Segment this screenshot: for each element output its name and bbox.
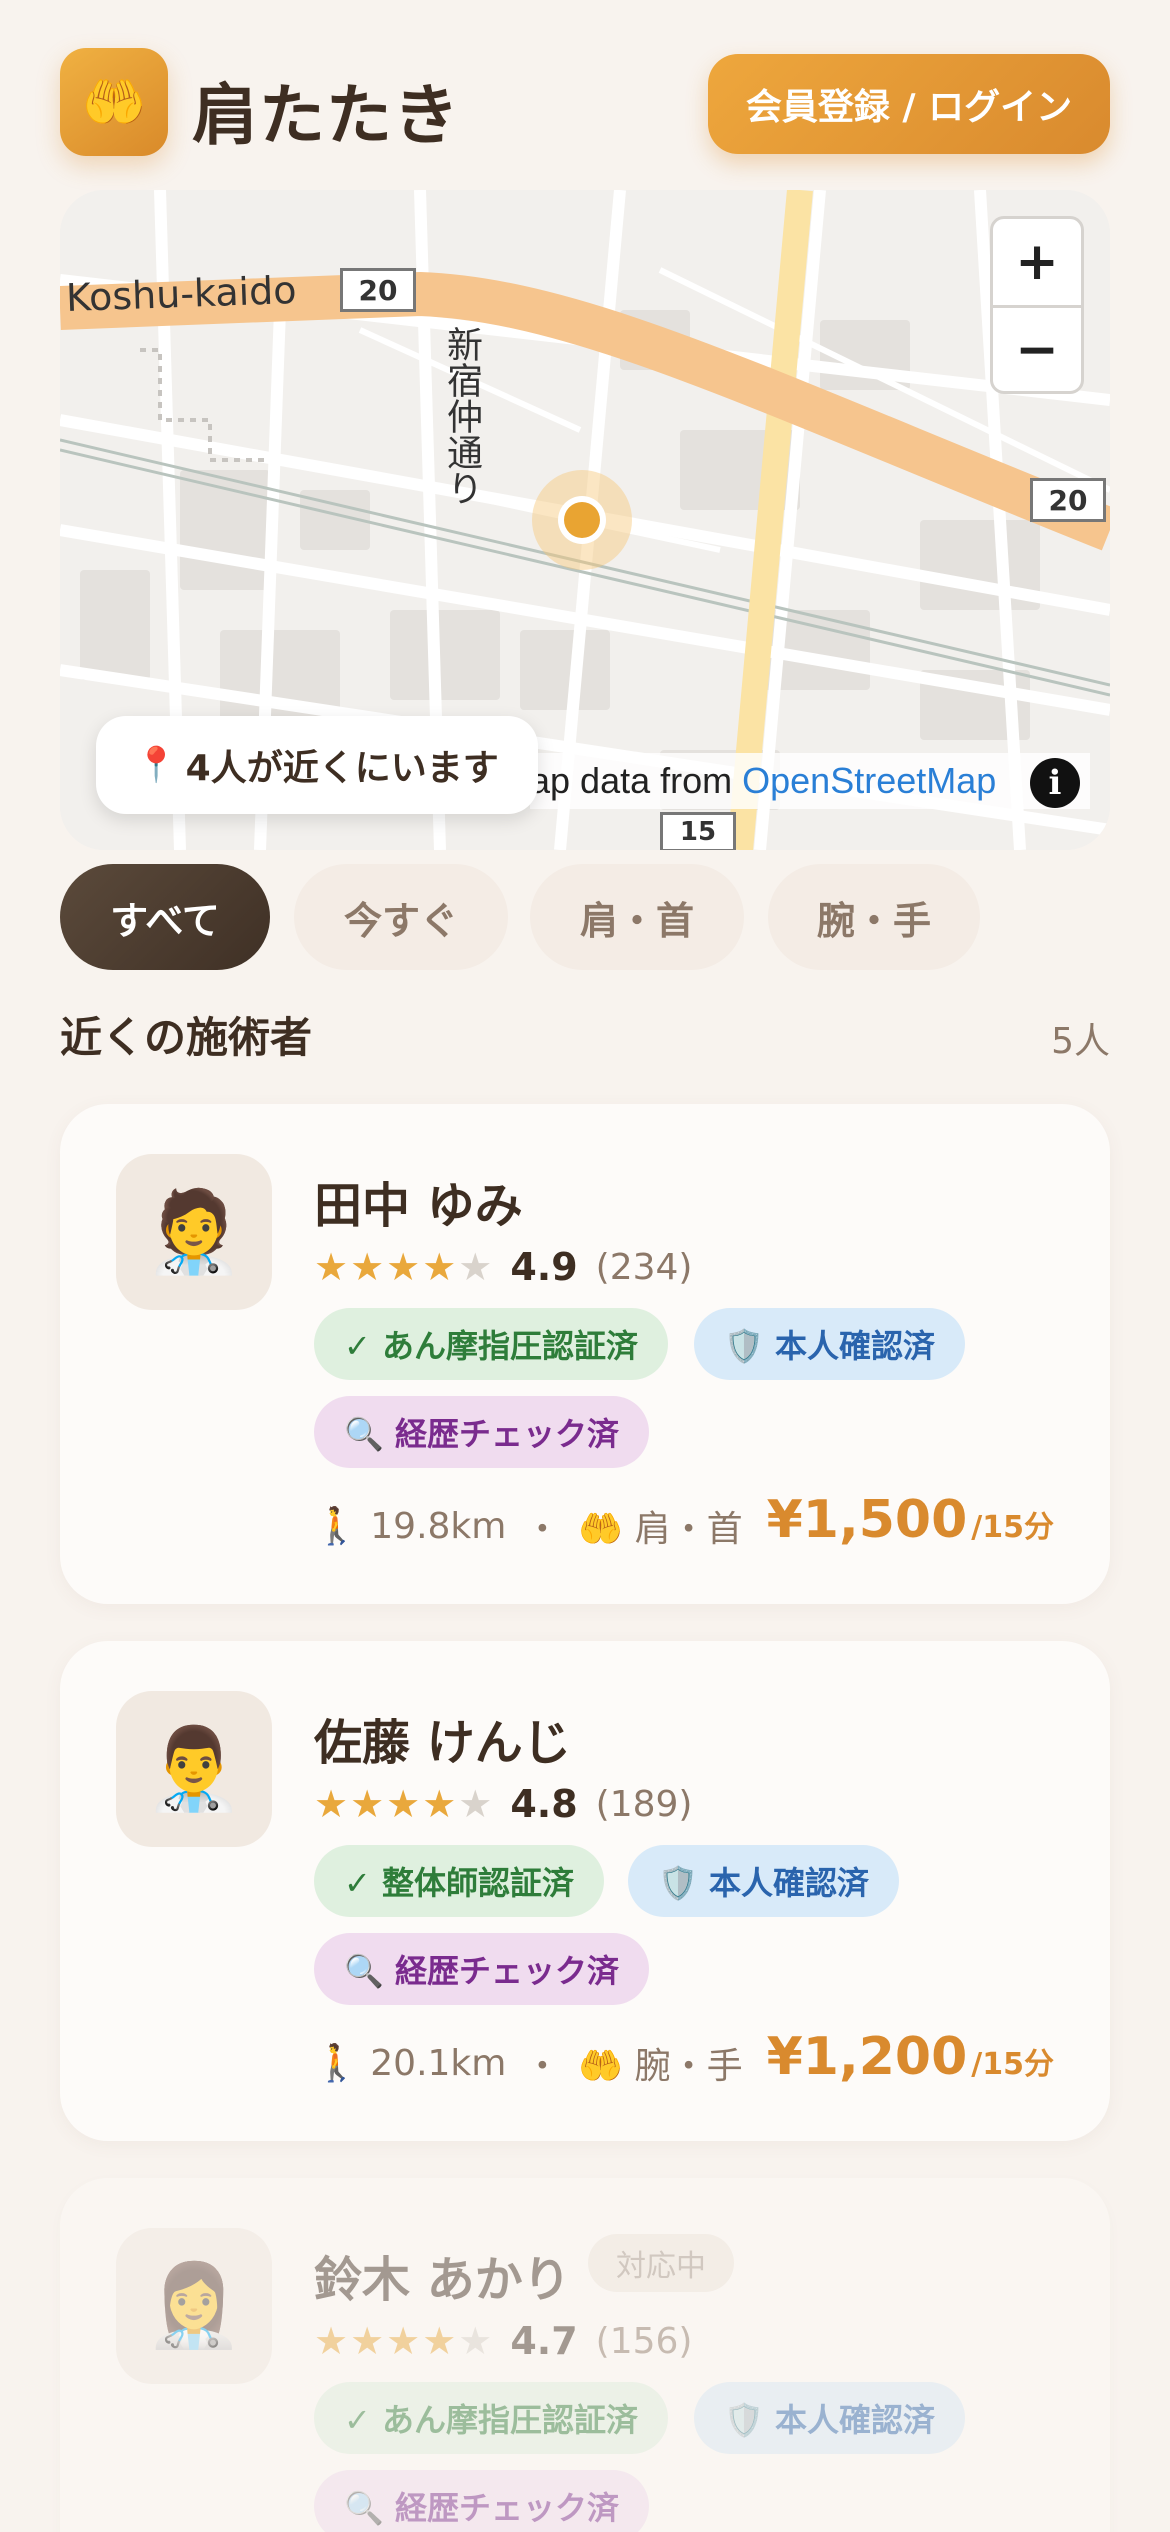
practitioner-card[interactable]: 👨‍⚕️ 佐藤 けんじ ★★★★★ 4.8 (189) ✓ 整体師認証済 🛡️ … xyxy=(60,1641,1110,2141)
zoom-in-button[interactable]: + xyxy=(993,219,1081,305)
treatment-area: 🤲 肩・首 xyxy=(578,1509,743,1550)
nearby-count-text: 4人が近くにいます xyxy=(185,748,499,789)
price-amount: ¥1,200 xyxy=(766,2027,968,2087)
pin-icon: 📍 xyxy=(135,745,178,785)
practitioner-name: 佐藤 けんじ xyxy=(314,1715,571,1771)
filter-chip-all[interactable]: すべて xyxy=(60,864,270,970)
filter-chips: すべて 今すぐ 肩・首 腕・手 xyxy=(60,864,1110,970)
road-label-shinjuku: 新宿仲通り xyxy=(441,326,482,506)
status-badge: 対応中 xyxy=(588,2234,734,2292)
filter-chip-now[interactable]: 今すぐ xyxy=(294,864,508,970)
rating: ★★★★★ 4.8 (189) xyxy=(314,1779,692,1829)
doctor-avatar-icon: 👨‍⚕️ xyxy=(144,1722,244,1815)
filter-chip-arm-hand[interactable]: 腕・手 xyxy=(768,864,980,970)
doctor-avatar-icon: 👩‍⚕️ xyxy=(144,2259,244,2352)
practitioner-card[interactable]: 🧑‍⚕️ 田中 ゆみ ★★★★★ 4.9 (234) ✓ あん摩指圧認証済 🛡️… xyxy=(60,1104,1110,1604)
signup-login-button[interactable]: 会員登録 / ログイン xyxy=(708,54,1110,154)
zoom-out-button[interactable]: − xyxy=(993,305,1081,391)
meta-separator: ・ xyxy=(524,1509,561,1550)
logo-glyph: 🤲 xyxy=(81,72,147,133)
star-rating-icon: ★★★★★ xyxy=(314,2319,495,2363)
price: ¥1,500 /15分 xyxy=(767,1490,1054,1550)
practitioner-name: 田中 ゆみ xyxy=(314,1178,523,1234)
star-rating-icon: ★★★★★ xyxy=(314,1782,495,1826)
avatar: 🧑‍⚕️ xyxy=(116,1154,272,1310)
filter-chip-shoulder-neck[interactable]: 肩・首 xyxy=(530,864,744,970)
rating-score: 4.9 xyxy=(510,1245,578,1289)
star-rating-icon: ★★★★★ xyxy=(314,1245,495,1289)
price: ¥1,200 /15分 xyxy=(767,2027,1054,2087)
license-badge: ✓ あん摩指圧認証済 xyxy=(314,2382,668,2454)
price-unit: /15分 xyxy=(971,2047,1054,2082)
practitioner-meta: 🚶 20.1km ・ 🤲 腕・手 xyxy=(314,2033,743,2093)
id-verified-badge: 🛡️ 本人確認済 xyxy=(694,1308,965,1380)
practitioner-card[interactable]: 👩‍⚕️ 鈴木 あかり 対応中 ★★★★★ 4.7 (156) ✓ あん摩指圧認… xyxy=(60,2178,1110,2532)
avatar: 👩‍⚕️ xyxy=(116,2228,272,2384)
price-unit: /15分 xyxy=(971,1510,1054,1545)
review-count: (234) xyxy=(595,1246,693,1288)
background-check-badge: 🔍 経歴チェック済 xyxy=(314,1933,649,2005)
background-check-badge: 🔍 経歴チェック済 xyxy=(314,2470,649,2532)
review-count: (156) xyxy=(595,2320,693,2362)
rating-score: 4.7 xyxy=(510,2319,578,2363)
map-attribution: ap data from OpenStreetMap xyxy=(530,753,1090,809)
id-verified-badge: 🛡️ 本人確認済 xyxy=(628,1845,899,1917)
rating: ★★★★★ 4.7 (156) xyxy=(314,2316,692,2366)
route-shield-20-east: 20 xyxy=(1030,478,1106,522)
nearby-count-pill: 📍 4人が近くにいます xyxy=(96,716,538,814)
meta-separator: ・ xyxy=(524,2046,561,2087)
treatment-area: 🤲 腕・手 xyxy=(578,2046,743,2087)
section-count: 5人 xyxy=(1051,1021,1110,1062)
app-title: 肩たたき xyxy=(192,77,460,154)
avatar: 👨‍⚕️ xyxy=(116,1691,272,1847)
hands-logo-icon: 🤲 xyxy=(60,48,168,156)
license-badge: ✓ あん摩指圧認証済 xyxy=(314,1308,668,1380)
rating-score: 4.8 xyxy=(510,1782,578,1826)
practitioner-meta: 🚶 19.8km ・ 🤲 肩・首 xyxy=(314,1496,743,1556)
price-amount: ¥1,500 xyxy=(766,1490,968,1550)
zoom-control: + − xyxy=(990,216,1084,394)
distance: 🚶 19.8km xyxy=(314,1506,507,1547)
route-shield-15: 15 xyxy=(660,812,736,850)
distance: 🚶 20.1km xyxy=(314,2043,507,2084)
info-icon[interactable]: i xyxy=(1030,758,1080,808)
background-check-badge: 🔍 経歴チェック済 xyxy=(314,1396,649,1468)
map-view[interactable]: Koshu-kaido 20 20 15 新宿仲通り + − ap data f… xyxy=(60,190,1110,850)
attribution-text: ap data from xyxy=(530,760,733,801)
section-title: 近くの施術者 xyxy=(60,1013,313,1062)
app-header: 🤲 肩たたき 会員登録 / ログイン xyxy=(60,48,1110,158)
review-count: (189) xyxy=(595,1783,693,1825)
license-badge: ✓ 整体師認証済 xyxy=(314,1845,604,1917)
route-shield-20: 20 xyxy=(340,268,416,312)
doctor-avatar-icon: 🧑‍⚕️ xyxy=(144,1185,244,1278)
rating: ★★★★★ 4.9 (234) xyxy=(314,1242,692,1292)
practitioner-name: 鈴木 あかり xyxy=(314,2252,571,2308)
openstreetmap-link[interactable]: OpenStreetMap xyxy=(742,760,996,802)
road-label-koshu: Koshu-kaido xyxy=(65,267,298,321)
id-verified-badge: 🛡️ 本人確認済 xyxy=(694,2382,965,2454)
